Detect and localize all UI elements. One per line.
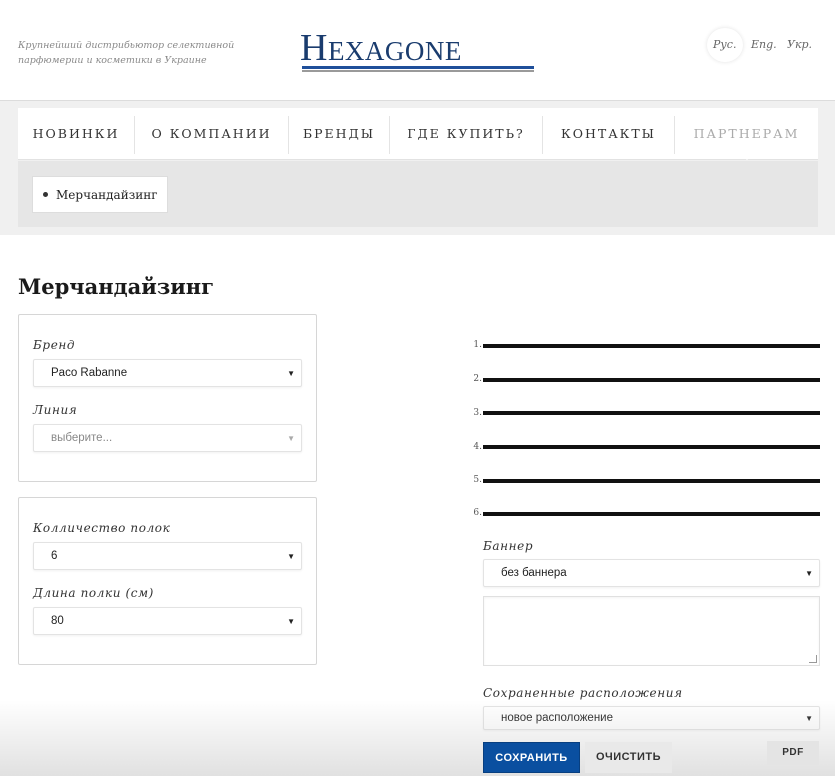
shelves-count-value: 6 [51, 550, 58, 562]
logo-underline-gray [302, 70, 534, 72]
nav-item-brands[interactable]: БРЕНДЫ [289, 108, 389, 160]
banner-select[interactable]: без баннера ▼ [483, 559, 820, 587]
shelf-number: 4. [473, 442, 482, 452]
shelf-line [483, 378, 820, 382]
shelf-number: 2. [473, 374, 482, 384]
shelf-length-value: 80 [51, 615, 64, 627]
bullet-icon [43, 192, 48, 197]
pdf-button[interactable]: PDF [767, 741, 819, 765]
shelf-length-select[interactable]: 80 ▼ [33, 607, 302, 635]
caret-down-icon: ▼ [287, 617, 295, 626]
shelves-count-label: Колличество полок [33, 521, 171, 535]
tagline: Крупнейший дистрибьютор селективной парф… [18, 40, 235, 66]
brand-label: Бренд [33, 338, 76, 352]
nav-active-arrow [739, 152, 755, 160]
nav-item-contacts[interactable]: КОНТАКТЫ [543, 108, 674, 160]
lang-ru[interactable]: Рус. [713, 38, 736, 51]
header: Крупнейший дистрибьютор селективной парф… [0, 0, 835, 100]
save-button[interactable]: СОХРАНИТЬ [483, 742, 580, 773]
shelf-number: 5. [473, 475, 482, 485]
nav-item-about[interactable]: О КОМПАНИИ [135, 108, 288, 160]
shelf-length-label: Длина полки (см) [33, 586, 154, 600]
caret-down-icon: ▼ [805, 569, 813, 578]
banner-label: Баннер [483, 539, 534, 553]
line-label: Линия [33, 403, 78, 417]
shelf-line [483, 445, 820, 449]
lang-uk[interactable]: Укр. [787, 38, 812, 51]
shelf-line [483, 512, 820, 516]
banner-textarea[interactable] [483, 596, 820, 666]
subnav-item-merchandising[interactable]: Мерчандайзинг [32, 176, 168, 213]
shelf-line [483, 479, 820, 483]
nav-item-new[interactable]: НОВИНКИ [18, 108, 134, 160]
caret-down-icon: ▼ [287, 369, 295, 378]
caret-down-icon: ▼ [805, 714, 813, 723]
logo-underline [302, 66, 534, 69]
caret-down-icon: ▼ [287, 434, 295, 443]
logo[interactable]: Hexagone [300, 28, 536, 74]
page-title: Мерчандайзинг [18, 274, 215, 299]
shelf-number: 3. [473, 408, 482, 418]
nav-item-where-to-buy[interactable]: ГДЕ КУПИТЬ? [390, 108, 542, 160]
caret-down-icon: ▼ [287, 552, 295, 561]
shelf-number: 6. [473, 508, 482, 518]
shelf-line [483, 344, 820, 348]
line-select-placeholder: выберите... [51, 432, 113, 444]
logo-text: Hexagone [300, 27, 462, 69]
lang-en[interactable]: Eng. [751, 38, 777, 51]
clear-button[interactable]: ОЧИСТИТЬ [585, 742, 672, 773]
banner-select-value: без баннера [501, 567, 567, 579]
saved-layouts-select[interactable]: новое расположение ▼ [483, 706, 820, 730]
shelf-number: 1. [473, 340, 482, 350]
brand-select[interactable]: Paco Rabanne ▼ [33, 359, 302, 387]
resize-handle-icon[interactable] [809, 655, 817, 663]
shelves-count-select[interactable]: 6 ▼ [33, 542, 302, 570]
line-select[interactable]: выберите... ▼ [33, 424, 302, 452]
saved-layouts-value: новое расположение [501, 712, 613, 724]
main-nav: НОВИНКИ О КОМПАНИИ БРЕНДЫ ГДЕ КУПИТЬ? КО… [18, 108, 818, 160]
shelf-line [483, 411, 820, 415]
subnav-item-label: Мерчандайзинг [56, 188, 158, 202]
brand-select-value: Paco Rabanne [51, 367, 128, 379]
saved-layouts-label: Сохраненные расположения [483, 686, 683, 700]
